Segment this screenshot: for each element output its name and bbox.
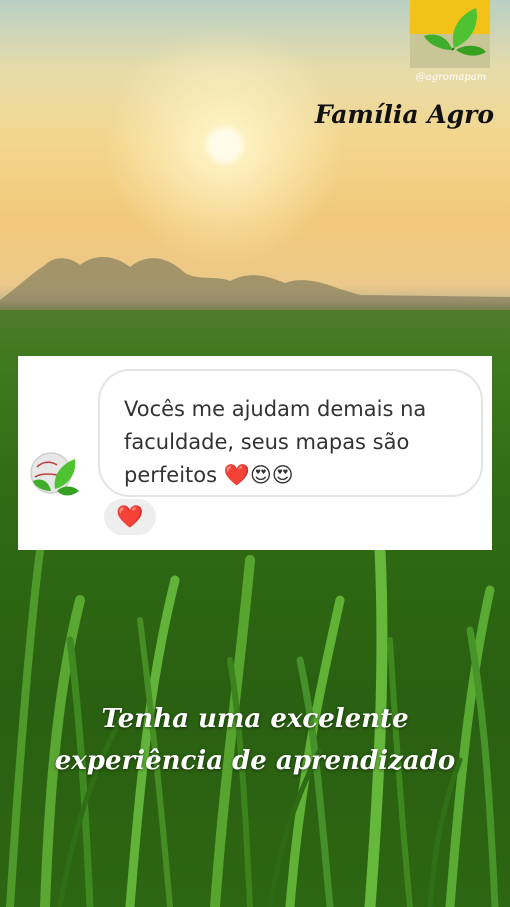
heart-icon: ❤️ xyxy=(116,504,144,530)
leaf-globe-icon xyxy=(30,452,79,496)
comment-bubble: Vocês me ajudam demais na faculdade, seu… xyxy=(98,369,483,497)
tagline: Tenha uma excelente experiência de apren… xyxy=(0,698,510,782)
brand-title: Família Agro xyxy=(314,100,494,129)
leaf-icon xyxy=(424,8,486,56)
tagline-line-1: Tenha uma excelente xyxy=(101,704,409,734)
brand-logo xyxy=(410,0,490,68)
brand-handle: @agromapam xyxy=(415,72,487,83)
tagline-line-2: experiência de aprendizado xyxy=(54,746,456,776)
heart-reaction-button[interactable]: ❤️ xyxy=(104,499,156,535)
avatar xyxy=(27,447,81,501)
comment-card: Vocês me ajudam demais na faculdade, seu… xyxy=(18,356,492,550)
